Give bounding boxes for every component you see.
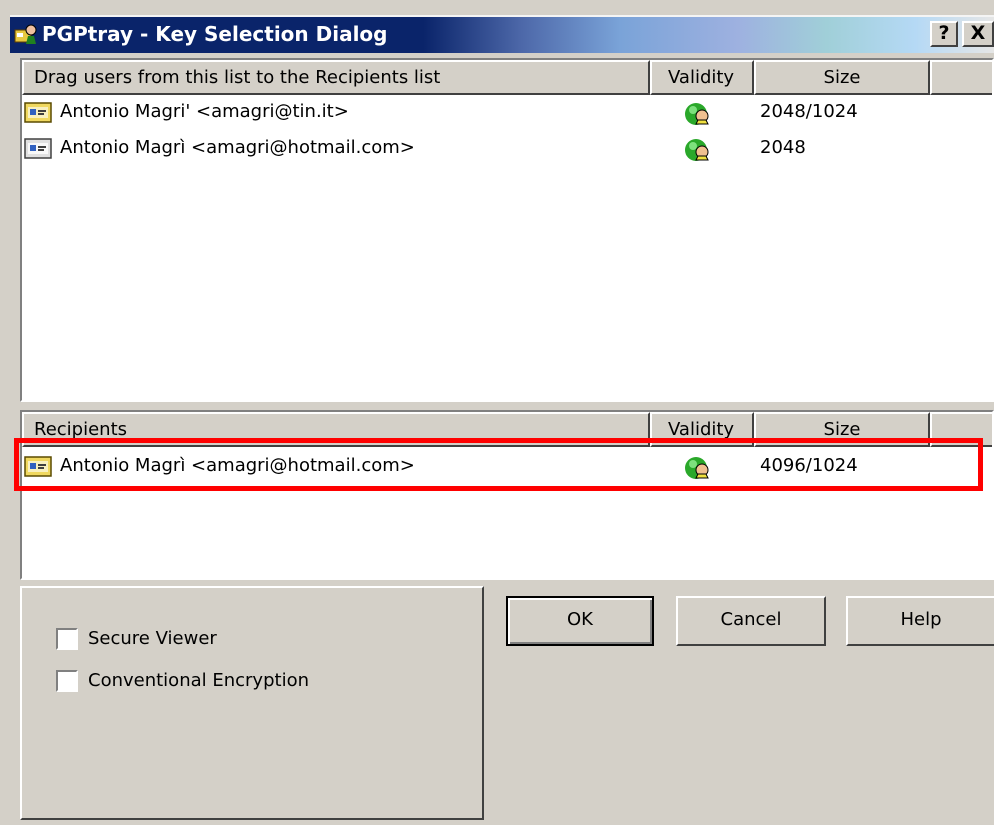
title-bar[interactable]: PGPtray - Key Selection Dialog ? X [10, 15, 994, 53]
user-name: Antonio Magrì <amagri@hotmail.com> [60, 137, 415, 158]
column-header-size[interactable]: Size [754, 60, 930, 95]
key-selection-dialog: PGPtray - Key Selection Dialog ? X Drag … [0, 0, 994, 825]
valid-key-icon [684, 136, 712, 164]
column-header-user[interactable]: Drag users from this list to the Recipie… [22, 60, 650, 95]
secure-viewer-checkbox[interactable] [56, 628, 78, 650]
list-item[interactable]: Antonio Magrì <amagri@hotmail.com> 2048 [22, 132, 992, 166]
context-help-button[interactable]: ? [930, 21, 958, 47]
user-key-icon [24, 138, 54, 160]
highlight-annotation [14, 438, 983, 491]
valid-key-icon [684, 100, 712, 128]
column-header-extra[interactable] [930, 60, 992, 95]
help-button[interactable]: Help [846, 596, 994, 646]
conventional-encryption-checkbox[interactable] [56, 670, 78, 692]
close-button[interactable]: X [962, 21, 994, 47]
user-name: Antonio Magri' <amagri@tin.it> [60, 101, 349, 122]
list-header: Drag users from this list to the Recipie… [22, 60, 992, 95]
list-item[interactable]: Antonio Magri' <amagri@tin.it> 2048/1024 [22, 96, 992, 130]
ok-button[interactable]: OK [506, 596, 654, 646]
options-group: Secure Viewer Conventional Encryption [20, 586, 484, 820]
user-key-icon [24, 102, 54, 124]
secure-viewer-label[interactable]: Secure Viewer [88, 628, 217, 649]
column-header-validity[interactable]: Validity [650, 60, 754, 95]
conventional-encryption-label[interactable]: Conventional Encryption [88, 670, 309, 691]
cancel-button[interactable]: Cancel [676, 596, 826, 646]
pgp-app-icon [14, 22, 38, 46]
available-keys-list[interactable]: Drag users from this list to the Recipie… [20, 58, 994, 402]
window-title: PGPtray - Key Selection Dialog [42, 22, 388, 46]
key-size: 2048 [760, 137, 806, 158]
recipients-list[interactable]: Recipients Validity Size Antonio Magrì <… [20, 410, 994, 580]
key-size: 2048/1024 [760, 101, 858, 122]
